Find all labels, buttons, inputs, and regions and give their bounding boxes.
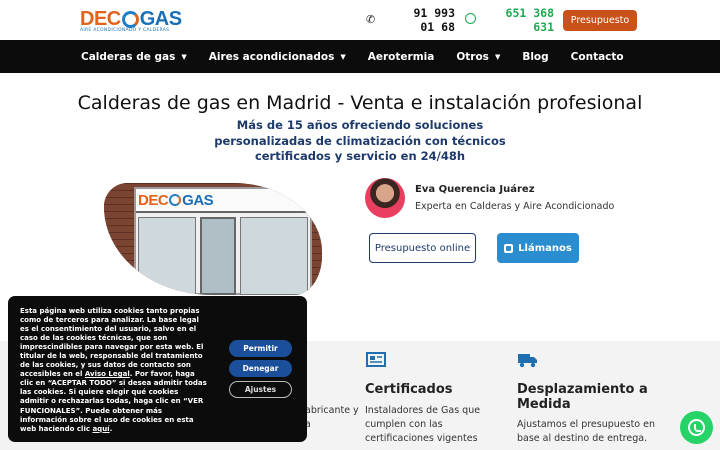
logo-ring-icon [121,11,139,28]
feature-title-desplazamiento: Desplazamiento a Medida [517,382,648,412]
shop-sign-gas: GAS [182,191,214,209]
author-name: Eva Querencia Juárez [415,184,535,195]
call-button[interactable]: Llámanos [497,233,579,263]
cookie-text-end: . [109,424,113,433]
shop-photo: DEC GAS [104,183,322,295]
cookie-deny-button[interactable]: Denegar [229,360,292,377]
phone-icon: ✆ [366,13,376,26]
cookie-banner: Esta página web utiliza cookies tanto pr… [8,296,307,442]
nav-item-label: Calderas de gas [81,50,176,63]
nav-item-label: Aires acondicionados [208,50,335,63]
cookie-text-part2: . Por favor, haga clic en “ACEPTAR TODO”… [20,370,207,433]
nav-item-otros[interactable]: Otros ▼ [456,51,500,63]
whatsapp-float-button[interactable] [680,411,713,444]
shop-window-left [138,217,196,295]
chevron-down-icon: ▼ [340,52,346,61]
page-title: Calderas de gas en Madrid - Venta e inst… [77,92,643,114]
cookie-info-link[interactable]: aquí [92,425,109,433]
whatsapp-icon [688,419,705,436]
nav-item-aerotermia[interactable]: Aerotermia [368,51,435,63]
whatsapp-link[interactable]: 651 368 631 [500,6,554,34]
nav-item-label: Blog [522,50,549,63]
chevron-down-icon: ▼ [494,52,501,61]
nav-item-label: Otros [456,50,489,63]
shop-door [200,217,236,295]
shop-facade: DEC GAS [134,187,312,295]
feature-partial-text: abricante y [305,405,359,416]
nav-item-label: Contacto [570,50,624,63]
call-button-label: Llámanos [518,242,572,254]
phone-square-icon [504,243,514,253]
cookie-text: Esta página web utiliza cookies tanto pr… [20,307,208,434]
shop-window-right [240,217,308,295]
cookie-text-part1: Esta página web utiliza cookies tanto pr… [20,307,204,379]
cookie-settings-button[interactable]: Ajustes [229,381,292,398]
author-role: Experta en Calderas y Aire Acondicionado [415,201,615,212]
whatsapp-icon [465,13,476,24]
feature-title-certificados: Certificados [365,382,453,397]
logo-tagline: Aire acondicionado y calderas [80,28,170,33]
top-bar: DEC GAS Aire acondicionado y calderas ✆ … [0,0,720,40]
main-nav: Calderas de gas ▼ Aires acondicionados ▼ Aer… [0,40,720,73]
truck-icon [517,352,539,372]
chevron-down-icon: ▼ [181,52,187,61]
feature-text-certificados: Instaladores de Gas que cumplen con las … [365,405,481,444]
aviso-legal-link[interactable]: Aviso Legal [85,370,130,378]
nav-item-aires-acondicionados[interactable]: Aires acondicionados ▼ [209,51,346,63]
presupuesto-online-button[interactable]: Presupuesto online [369,233,476,263]
feature-text-desplazamiento: Ajustamos el presupuesto en base al dest… [517,419,656,444]
brand-logos-panel [212,191,308,211]
nav-item-label: Aerotermia [367,50,435,63]
phone-link[interactable]: 91 993 01 68 [395,6,455,34]
nav-item-calderas-de-gas[interactable]: Calderas de gas ▼ [81,51,187,63]
shop-sign-ring-icon [169,194,182,206]
nav-item-blog[interactable]: Blog [522,51,548,63]
shop-sign-dec: DEC [138,191,169,209]
feature-partial-text-2: a [305,419,311,430]
presupuesto-button[interactable]: Presupuesto [563,10,637,31]
author-avatar [365,178,405,218]
nav-item-contacto[interactable]: Contacto [571,51,624,63]
cookie-accept-button[interactable]: Permitir [229,340,292,357]
hero-subtitle: Más de 15 años ofreciendo soluciones per… [214,118,506,163]
certificate-icon [366,352,386,371]
